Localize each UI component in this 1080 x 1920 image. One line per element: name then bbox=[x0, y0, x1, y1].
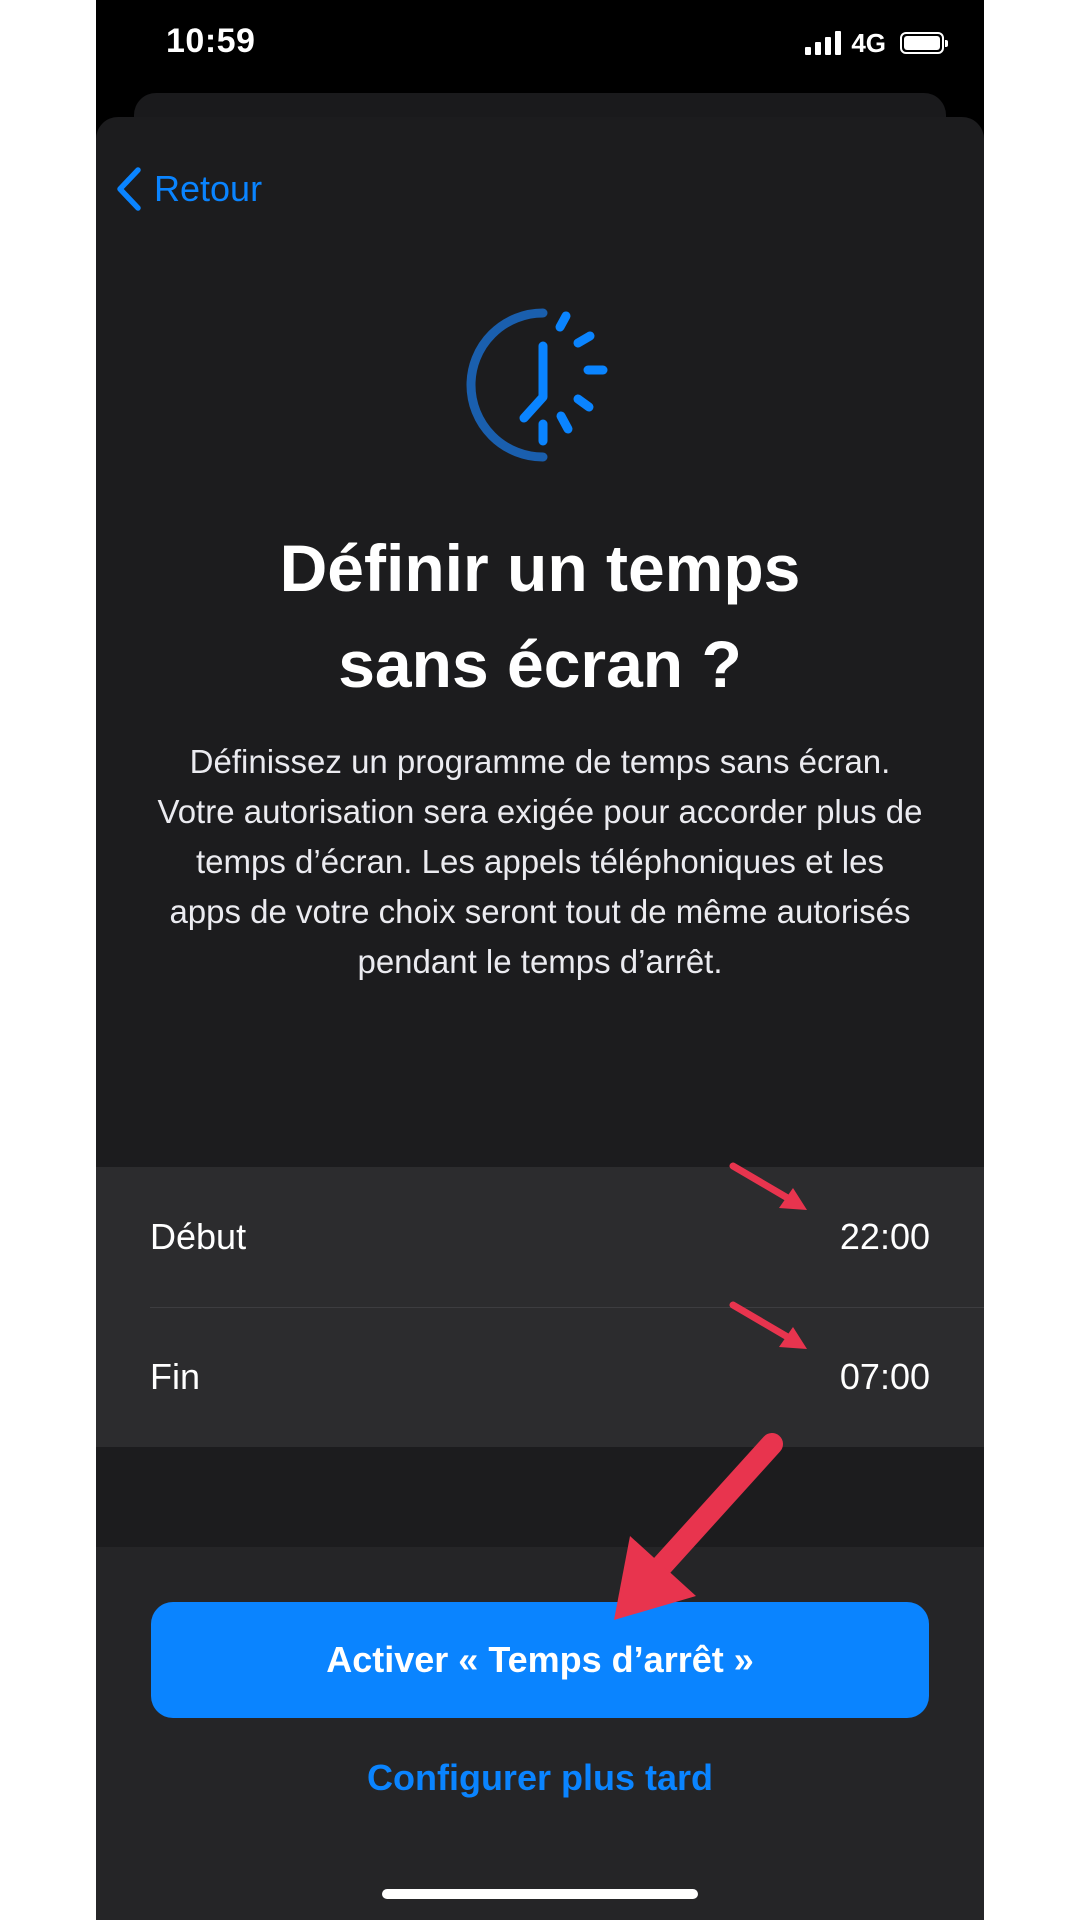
start-time-row[interactable]: Début 22:00 bbox=[96, 1167, 984, 1307]
title-line-2: sans écran ? bbox=[338, 627, 742, 701]
cellular-signal-icon bbox=[805, 31, 842, 55]
status-time: 10:59 bbox=[166, 22, 256, 60]
end-time-row[interactable]: Fin 07:00 bbox=[96, 1307, 984, 1447]
back-button[interactable]: Retour bbox=[114, 159, 262, 219]
phone-screen: 10:59 4G Retour Définir un temps sans éc… bbox=[96, 0, 984, 1920]
end-time-value[interactable]: 07:00 bbox=[840, 1356, 930, 1398]
network-type: 4G bbox=[851, 27, 886, 58]
chevron-left-icon bbox=[117, 167, 141, 211]
schedule-group: Début 22:00 Fin 07:00 bbox=[96, 1167, 984, 1447]
title-line-1: Définir un temps bbox=[279, 531, 801, 605]
configure-later-button[interactable]: Configurer plus tard bbox=[96, 1743, 984, 1813]
start-time-value[interactable]: 22:00 bbox=[840, 1216, 930, 1258]
home-indicator[interactable] bbox=[382, 1889, 698, 1899]
action-footer: Activer « Temps d’arrêt » Configurer plu… bbox=[96, 1547, 984, 1920]
start-label: Début bbox=[150, 1216, 247, 1257]
enable-downtime-button[interactable]: Activer « Temps d’arrêt » bbox=[151, 1602, 929, 1718]
status-indicators: 4G bbox=[805, 26, 948, 60]
page-title: Définir un temps sans écran ? bbox=[96, 520, 984, 712]
status-bar: 10:59 4G bbox=[96, 0, 984, 90]
downtime-clock-icon bbox=[466, 308, 608, 462]
downtime-sheet: Retour Définir un temps sans écran ? Déf… bbox=[96, 117, 984, 1920]
back-label: Retour bbox=[154, 168, 263, 209]
battery-icon bbox=[900, 32, 948, 54]
end-label: Fin bbox=[150, 1356, 201, 1397]
battery-level bbox=[904, 36, 940, 50]
description-text: Définissez un programme de temps sans éc… bbox=[157, 743, 923, 980]
